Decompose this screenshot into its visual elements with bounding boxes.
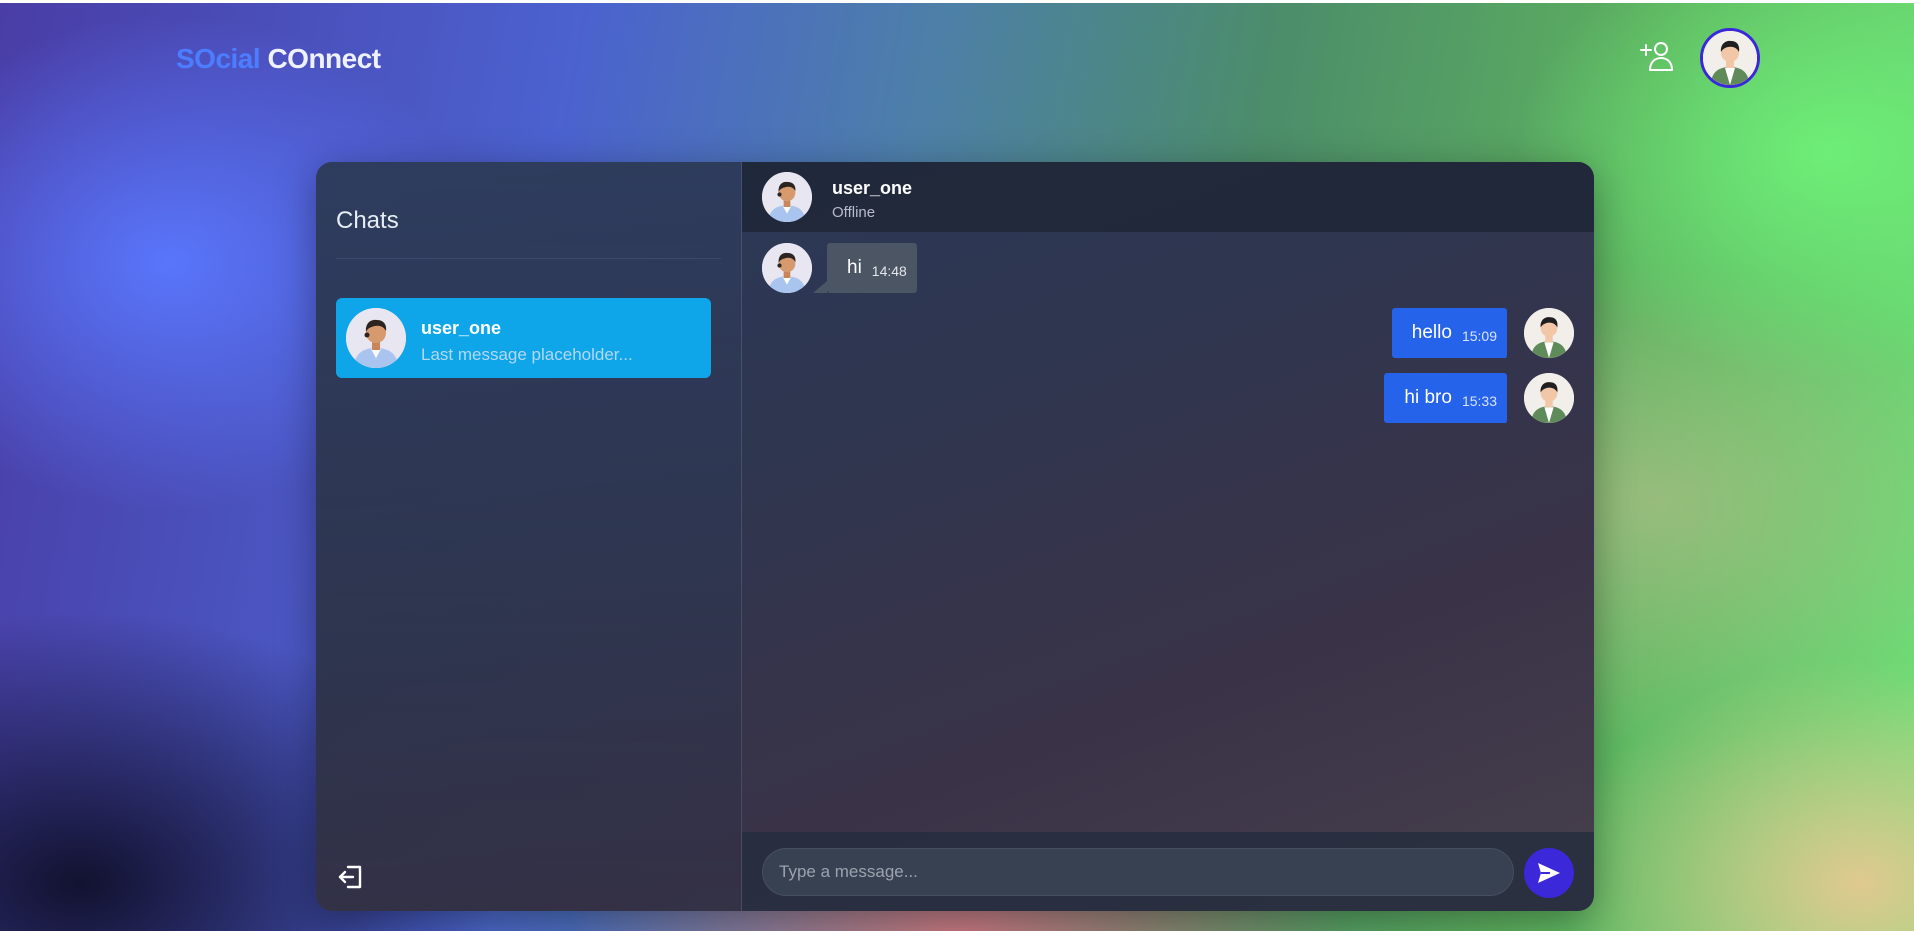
chats-title: Chats (336, 207, 399, 234)
message-bubble-outgoing: hi bro 15:33 (1384, 373, 1507, 423)
chat-sidebar: Chats user_one Last message placeholder.… (316, 162, 742, 911)
message-input[interactable] (762, 848, 1514, 896)
chat-header-status: Offline (832, 204, 876, 221)
message-bubble-outgoing: hello 15:09 (1391, 308, 1507, 358)
message-time: 14:48 (871, 263, 907, 279)
add-user-button[interactable] (1640, 38, 1676, 74)
logout-button[interactable] (336, 862, 366, 892)
chat-panel: Chats user_one Last message placeholder.… (316, 162, 1594, 911)
chat-header: user_one Offline (742, 162, 1594, 232)
message-bubble-incoming: hi 14:48 (827, 243, 917, 293)
message-sender-avatar (762, 243, 812, 293)
message-sender-avatar (1524, 308, 1574, 358)
male-avatar-icon (762, 172, 812, 222)
message-sender-avatar (1524, 373, 1574, 423)
chat-item-name: user_one (421, 318, 502, 338)
user-avatar (1703, 31, 1757, 85)
send-icon (1538, 863, 1560, 883)
chat-avatar (346, 308, 406, 368)
profile-avatar-button[interactable] (1700, 28, 1760, 88)
app-logo[interactable]: SOcial COnnect (176, 43, 381, 75)
user-plus-icon (1640, 42, 1673, 71)
user-avatar (1524, 373, 1574, 423)
message-composer (742, 832, 1594, 911)
logout-icon (338, 865, 362, 889)
message-text: hi bro (1404, 387, 1452, 408)
send-button[interactable] (1524, 848, 1574, 898)
male-avatar-icon (762, 243, 812, 293)
sidebar-divider (336, 258, 721, 259)
message-time: 15:33 (1461, 393, 1497, 409)
message-text: hello (1411, 322, 1452, 343)
chat-header-avatar (762, 172, 812, 222)
message-text: hi (847, 257, 862, 278)
message-tail (1493, 411, 1507, 423)
chat-item-last-message: Last message placeholder... (421, 345, 633, 364)
male-avatar-icon (346, 308, 406, 368)
chat-header-name: user_one (832, 178, 913, 198)
brand-part-2: COnnect (267, 43, 381, 74)
message-tail (1493, 346, 1507, 358)
message-tail (813, 281, 827, 293)
brand-part-1: SOcial (176, 43, 261, 74)
message-time: 15:09 (1461, 328, 1497, 344)
user-avatar (1524, 308, 1574, 358)
chat-area: user_one Offline hi 14:48 hello 15:09 hi… (742, 162, 1594, 911)
chat-list-item[interactable]: user_one Last message placeholder... (336, 298, 711, 378)
